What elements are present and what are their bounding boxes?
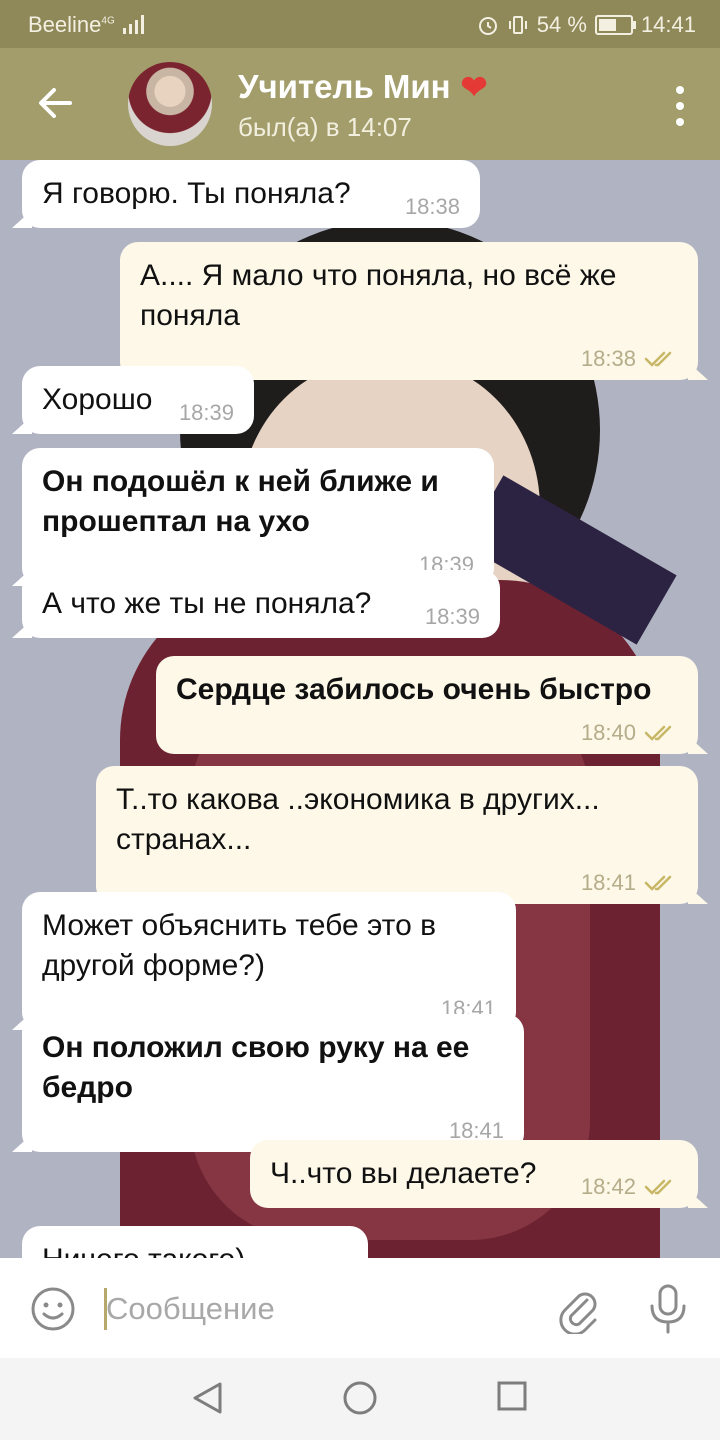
back-arrow-icon[interactable] (30, 78, 80, 128)
read-checkmarks-icon (644, 1179, 672, 1195)
alarm-icon (478, 17, 497, 35)
nav-back-icon[interactable] (190, 1380, 224, 1416)
incoming-message[interactable]: Ничего такого) (22, 1226, 368, 1258)
message-time-text: 18:38 (580, 346, 636, 371)
message-text: Я говорю. Ты поняла? (42, 177, 351, 210)
outgoing-message[interactable]: А.... Я мало что поняла, но всё же понял… (120, 242, 708, 380)
signal-icon (123, 15, 144, 34)
message-time: 18:41 (581, 872, 678, 894)
message-input[interactable] (106, 1286, 506, 1332)
outgoing-message[interactable]: Сердце забилось очень быстро 18:40 (156, 656, 708, 754)
message-time: 18:40 (581, 722, 678, 744)
message-time: 18:41 (449, 1120, 504, 1142)
contact-name[interactable]: Учитель Мин ❤ (238, 68, 487, 106)
message-time: 18:39 (425, 606, 480, 628)
read-checkmarks-icon (644, 875, 672, 891)
message-text: А.... Я мало что поняла, но всё же понял… (140, 259, 617, 332)
message-composer (0, 1258, 720, 1358)
contact-name-text: Учитель Мин (238, 68, 451, 105)
chat-area[interactable]: Я говорю. Ты поняла? 18:38 А.... Я мало чт… (0, 160, 720, 1258)
incoming-message[interactable]: А что же ты не поняла? 18:39 (12, 570, 500, 638)
carrier-label: Beeline4G (28, 12, 115, 38)
menu-dot (676, 102, 684, 110)
nav-home-icon[interactable] (342, 1380, 378, 1416)
clock: 14:41 (640, 12, 696, 37)
message-time-text: 18:39 (424, 604, 480, 629)
menu-dot (676, 86, 684, 94)
status-bar: Beeline4G 54 % 14:41 (0, 0, 720, 48)
incoming-message[interactable]: Может объяснить тебе это в другой форме?… (12, 892, 516, 1030)
status-right: 54 % 14:41 (477, 12, 696, 38)
message-time-text: 18:38 (404, 194, 460, 219)
battery-percent: 54 % (536, 12, 587, 37)
last-seen-status: был(а) в 14:07 (238, 112, 412, 142)
message-time-text: 18:41 (580, 870, 636, 895)
outgoing-message[interactable]: Ч..что вы делаете? 18:42 (250, 1140, 708, 1208)
message-text: Он подошёл к ней ближе и прошептал на ух… (42, 465, 439, 538)
message-text: Он положил свою руку на ее бедро (42, 1031, 470, 1104)
message-time-text: 18:39 (178, 400, 234, 425)
microphone-icon[interactable] (646, 1282, 690, 1336)
outgoing-message[interactable]: Т..то какова ..экономика в других... стр… (96, 766, 708, 904)
network-type: 4G (101, 15, 115, 27)
message-text: Т..то какова ..экономика в других... стр… (116, 783, 600, 856)
incoming-message[interactable]: Я говорю. Ты поняла? 18:38 (12, 160, 480, 228)
message-text: Может объяснить тебе это в другой форме?… (42, 909, 437, 982)
read-checkmarks-icon (644, 725, 672, 741)
battery-icon (594, 15, 636, 35)
emoji-icon[interactable] (30, 1286, 76, 1332)
message-text: Сердце забилось очень быстро (176, 673, 652, 706)
read-checkmarks-icon (644, 351, 672, 367)
nav-recents-icon[interactable] (496, 1380, 528, 1412)
incoming-message[interactable]: Хорошо 18:39 (12, 366, 254, 434)
vibrate-icon (508, 16, 527, 34)
message-time: 18:38 (405, 196, 460, 218)
message-text: Ничего такого) (42, 1240, 348, 1258)
message-text: А что же ты не поняла? (42, 587, 372, 620)
carrier-name: Beeline (28, 12, 102, 37)
message-time: 18:39 (179, 402, 234, 424)
message-time: 18:38 (581, 348, 678, 370)
more-options-icon[interactable] (670, 86, 690, 126)
message-time-text: 18:42 (580, 1174, 636, 1199)
chat-header: Учитель Мин ❤ был(а) в 14:07 (0, 48, 720, 160)
contact-avatar[interactable] (128, 62, 212, 146)
heart-icon: ❤ (460, 69, 488, 105)
message-time-text: 18:40 (580, 720, 636, 745)
menu-dot (676, 118, 684, 126)
attach-icon[interactable] (554, 1284, 600, 1334)
system-nav-bar (0, 1358, 720, 1440)
incoming-message[interactable]: Он подошёл к ней ближе и прошептал на ух… (12, 448, 494, 586)
incoming-message[interactable]: Он положил свою руку на ее бедро 18:41 (12, 1014, 524, 1152)
message-time: 18:42 (581, 1176, 678, 1198)
message-time-text: 18:41 (448, 1118, 504, 1143)
